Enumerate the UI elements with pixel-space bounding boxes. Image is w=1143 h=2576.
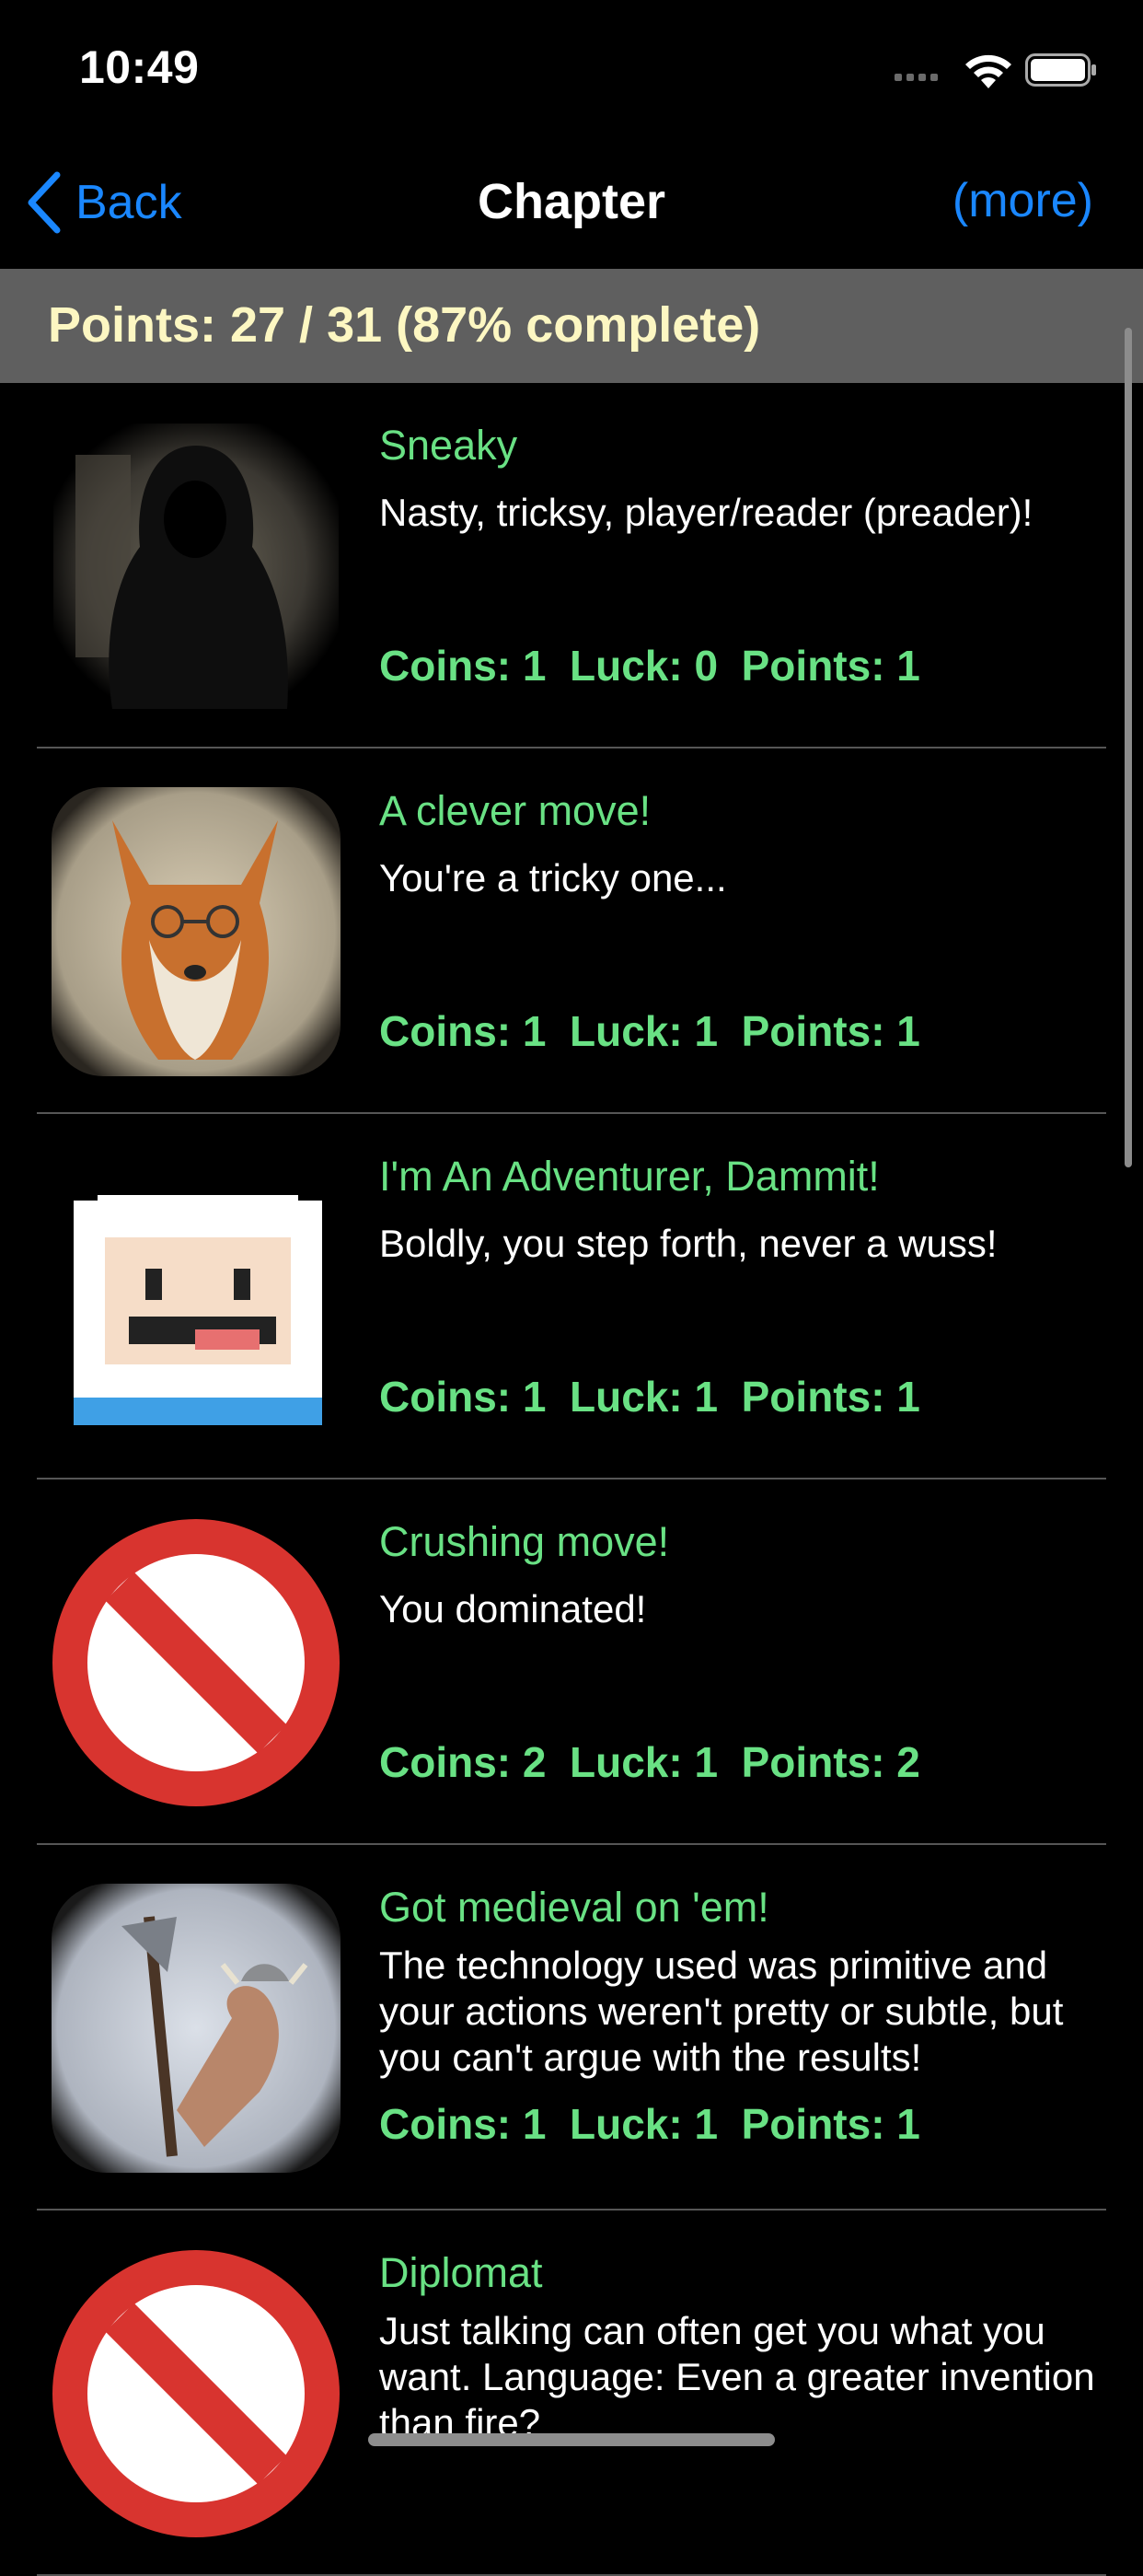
achievement-title: Sneaky — [379, 422, 518, 469]
achievement-row[interactable]: Diplomat Just talking can often get you … — [0, 2210, 1143, 2576]
wifi-icon — [965, 54, 1011, 88]
achievement-stats: Coins: 2 Luck: 1 Points: 2 — [379, 1738, 920, 1786]
achievement-stats: Coins: 1 Luck: 0 Points: 1 — [379, 642, 920, 690]
achievement-title: Diplomat — [379, 2249, 543, 2296]
achievement-description: You're a tricky one... — [379, 856, 727, 899]
points-banner: Points: 27 / 31 (87% complete) — [0, 269, 1143, 383]
achievement-row[interactable]: I'm An Adventurer, Dammit! Boldly, you s… — [0, 1114, 1143, 1479]
achievement-row[interactable]: Got medieval on 'em! The technology used… — [0, 1845, 1143, 2210]
achievement-title: I'm An Adventurer, Dammit! — [379, 1153, 880, 1200]
achievement-description: Nasty, tricksy, player/reader (preader)! — [379, 491, 1033, 534]
achievement-title: Got medieval on 'em! — [379, 1884, 769, 1931]
home-indicator[interactable] — [368, 2433, 775, 2446]
prohibited-sign-icon — [52, 2250, 340, 2537]
achievement-description: The technology used was primitive and yo… — [379, 1944, 1064, 2079]
points-summary: Points: 27 / 31 (87% complete) — [48, 297, 761, 353]
viking-warrior-image — [52, 1884, 341, 2173]
achievement-title: Crushing move! — [379, 1518, 670, 1565]
battery-icon — [1025, 53, 1096, 87]
hooded-figure-image — [53, 424, 339, 709]
achievement-row[interactable]: Crushing move! You dominated! Coins: 2 L… — [0, 1479, 1143, 1845]
status-time: 10:49 — [79, 41, 200, 93]
achievement-row[interactable]: Sneaky Nasty, tricksy, player/reader (pr… — [0, 383, 1143, 748]
achievement-description: You dominated! — [379, 1587, 647, 1630]
pixel-adventurer-image — [74, 1177, 322, 1425]
achievement-title: A clever move! — [379, 787, 652, 834]
navigation-bar: Back Chapter (more) — [0, 138, 1143, 267]
more-button[interactable]: (more) — [952, 173, 1093, 228]
achievement-description: Just talking can often get you what you … — [379, 2309, 1095, 2444]
achievement-description: Boldly, you step forth, never a wuss! — [379, 1222, 998, 1265]
achievement-stats: Coins: 1 Luck: 1 Points: 1 — [379, 1007, 920, 1055]
status-bar: 10:49 — [0, 0, 1143, 138]
prohibited-sign-icon — [52, 1519, 340, 1806]
cellular-signal-icon — [895, 74, 950, 85]
fox-with-glasses-image — [52, 787, 341, 1076]
scrollbar[interactable] — [1125, 328, 1132, 1167]
achievement-stats: Coins: 1 Luck: 1 Points: 1 — [379, 2100, 920, 2148]
achievement-list[interactable]: Sneaky Nasty, tricksy, player/reader (pr… — [0, 383, 1143, 2576]
achievement-row[interactable]: A clever move! You're a tricky one... Co… — [0, 748, 1143, 1114]
achievement-stats: Coins: 1 Luck: 1 Points: 1 — [379, 1373, 920, 1421]
